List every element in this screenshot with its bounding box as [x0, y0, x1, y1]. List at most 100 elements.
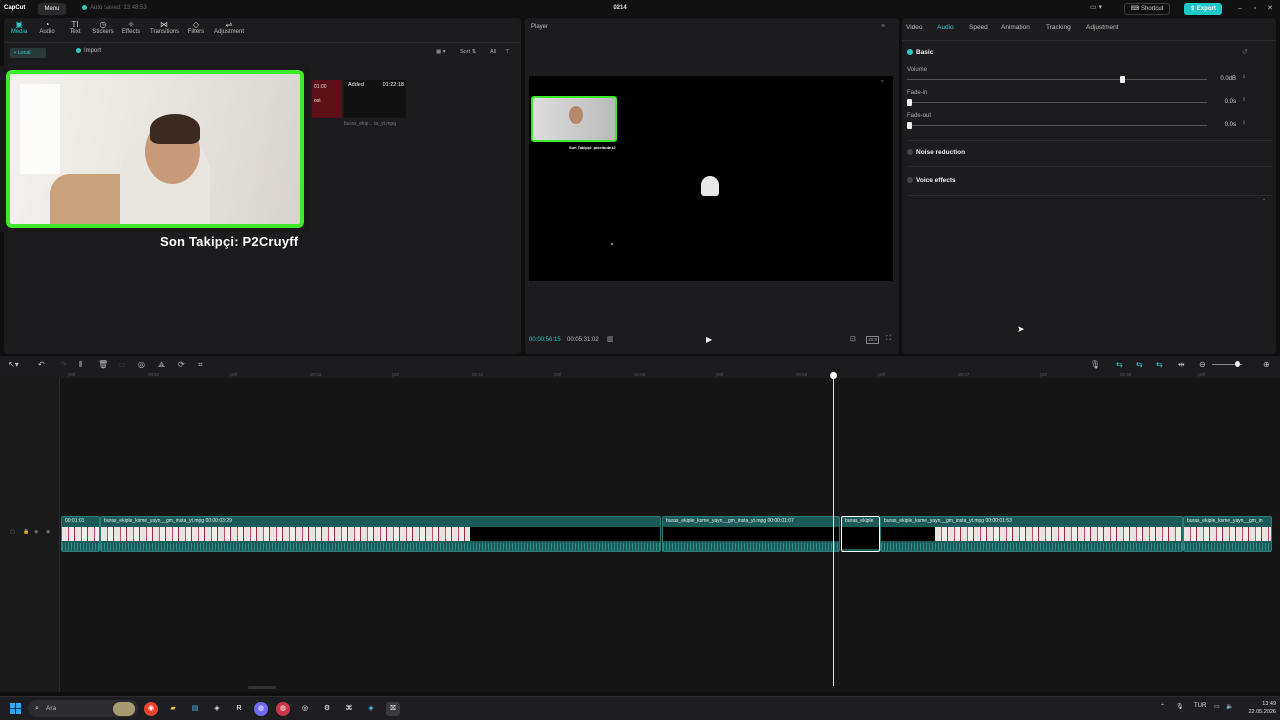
maximize-icon[interactable]: ▫	[1249, 3, 1261, 15]
tab-adjustment-props[interactable]: Adjustment	[1086, 24, 1119, 31]
microphone-icon[interactable]: 🎙	[1090, 360, 1100, 369]
time-ruler[interactable]: |30f 00:52 |30f 00:53 |30f 00:54 |30f 00…	[62, 372, 1280, 382]
zoom-out-icon[interactable]: ⊖	[1199, 360, 1206, 369]
fadeout-stepper[interactable]: ⇕	[1242, 120, 1246, 126]
expand-chevron-icon[interactable]: ⌄	[1262, 196, 1266, 202]
tray-chevron-icon[interactable]: ⌃	[1160, 703, 1165, 710]
fadeout-value[interactable]: 0.0s	[1208, 122, 1236, 128]
minimize-icon[interactable]: –	[1234, 3, 1246, 15]
playhead-handle[interactable]	[830, 372, 837, 379]
tab-effects[interactable]: ✧ Effects	[118, 20, 144, 35]
split-icon[interactable]: ⫴	[79, 360, 82, 370]
fadein-stepper[interactable]: ⇕	[1242, 97, 1246, 103]
basic-section[interactable]: Basic	[907, 49, 933, 56]
preview-axis-icon[interactable]: ⇹	[1178, 360, 1185, 369]
linkage-icon[interactable]: ⇆	[1156, 360, 1163, 369]
close-icon[interactable]: ✕	[1264, 3, 1276, 15]
menu-button[interactable]: Menu	[38, 3, 66, 15]
delete-icon[interactable]: 🗑	[98, 360, 108, 369]
tab-speed[interactable]: Speed	[969, 24, 988, 31]
search-highlight-image[interactable]	[113, 702, 135, 716]
view-toggle[interactable]: ▦ ▾	[436, 47, 446, 57]
language-indicator[interactable]: TUR	[1194, 703, 1206, 709]
auto-snap-icon[interactable]: ⇆	[1136, 360, 1143, 369]
undo-icon[interactable]: ↶	[38, 360, 45, 369]
noise-toggle-icon[interactable]	[907, 149, 913, 155]
timeline-mode-icon[interactable]: ▥	[607, 335, 614, 343]
settings-icon[interactable]: ⚙	[320, 702, 334, 716]
media-thumbnail-2[interactable]: Added 01:22:18	[344, 80, 406, 118]
tray-mic-icon[interactable]: 🎙	[1176, 703, 1184, 710]
play-button[interactable]: ▶	[706, 335, 712, 344]
tab-stickers[interactable]: ◷ Stickers	[90, 20, 116, 35]
fadeout-slider-thumb[interactable]	[907, 122, 912, 129]
tab-media[interactable]: ▣ Media	[6, 20, 32, 35]
crop-icon[interactable]: ⌗	[198, 360, 203, 370]
tab-animation[interactable]: Animation	[1001, 24, 1030, 31]
fadein-slider[interactable]	[907, 102, 1207, 103]
main-track-magnet-icon[interactable]: ⇆	[1116, 360, 1123, 369]
noise-reduction-section[interactable]: Noise reduction	[907, 149, 965, 156]
player-menu-icon[interactable]: ≡	[881, 23, 885, 30]
steam-alt-icon[interactable]: ◈	[364, 702, 378, 716]
capcut-taskbar-icon[interactable]: ⌘	[342, 702, 356, 716]
volume-slider-thumb[interactable]	[1120, 76, 1125, 83]
fadein-slider-thumb[interactable]	[907, 99, 912, 106]
video-clip[interactable]: 00:01:01	[61, 516, 100, 552]
aspect-ratio-button[interactable]: 16:9	[866, 336, 879, 344]
taskbar-clock[interactable]: 13:49 22.05.2026	[1236, 700, 1276, 716]
volume-tray-icon[interactable]: 🔈	[1226, 703, 1233, 710]
filter-icon[interactable]: ⊤	[505, 47, 510, 57]
volume-slider[interactable]	[907, 79, 1207, 80]
zoom-slider-thumb[interactable]	[1235, 361, 1240, 367]
import-button[interactable]: Import	[76, 48, 101, 54]
tab-video[interactable]: Video	[906, 24, 923, 31]
r-app-icon[interactable]: R	[232, 702, 246, 716]
select-tool-icon[interactable]: ↖▾	[8, 360, 19, 369]
tab-transitions[interactable]: ⋈ Transitions	[150, 20, 179, 35]
store-icon[interactable]: ▤	[188, 702, 202, 716]
selected-video-clip[interactable]: buras_ekiple	[841, 516, 880, 552]
app-icon-red[interactable]: ◍	[276, 702, 290, 716]
volume-value[interactable]: 0.0dB	[1208, 76, 1236, 82]
sort-button[interactable]: Sort ⇅	[460, 47, 476, 57]
local-filter[interactable]: • Local	[10, 48, 46, 58]
playhead[interactable]	[833, 376, 834, 686]
capcut-active-icon[interactable]: ⛝	[386, 702, 400, 716]
video-clip[interactable]: buras_ekiple_ksme_yayn__gm_insta_yt.mpg …	[880, 516, 1183, 552]
tab-adjustment[interactable]: ⇌ Adjustment	[212, 20, 246, 35]
basic-toggle-icon[interactable]	[907, 49, 913, 55]
horizontal-scrollbar[interactable]	[248, 686, 276, 689]
layout-icon[interactable]: ▭ ▾	[1090, 3, 1106, 15]
tab-tracking[interactable]: Tracking	[1046, 24, 1071, 31]
tab-filters[interactable]: ◇ Filters	[183, 20, 209, 35]
redo-icon[interactable]: ↷	[60, 360, 67, 369]
track-audio-icon[interactable]: ◉	[46, 529, 50, 535]
speed-icon[interactable]: ◎	[138, 360, 145, 369]
voice-effects-section[interactable]: Voice effects	[907, 177, 956, 184]
discord-icon[interactable]: ◍	[254, 702, 268, 716]
network-icon[interactable]: ▭	[1214, 703, 1220, 710]
voice-toggle-icon[interactable]	[907, 177, 913, 183]
reset-icon[interactable]: ↺	[1242, 48, 1248, 56]
fullscreen-icon[interactable]: ⛶	[886, 335, 891, 343]
snapshot-icon[interactable]: ⊡	[850, 335, 856, 343]
zoom-fit-icon[interactable]: ⊕	[1263, 360, 1270, 369]
video-clip[interactable]: buras_ekiple_ksme_yayn__gm_insta_yt.mpg …	[662, 516, 840, 552]
tab-audio[interactable]: ◔ Audio	[34, 20, 60, 35]
media-thumbnail-1[interactable]: 01:00 ost	[312, 80, 342, 118]
track-lock-icon[interactable]: 🔒	[23, 529, 29, 535]
fadeout-slider[interactable]	[907, 125, 1207, 126]
tab-audio-props[interactable]: Audio	[937, 24, 954, 31]
windows-start-icon[interactable]	[10, 703, 21, 714]
video-clip[interactable]: buras_ekiple_ksme_yayn__gm_in	[1183, 516, 1272, 552]
all-filter[interactable]: All	[490, 47, 496, 57]
video-clip[interactable]: buras_ekiple_ksme_yayn__gm_insta_yt.mpg …	[100, 516, 661, 552]
file-explorer-icon[interactable]: ▰	[166, 702, 180, 716]
track-cover-icon[interactable]: ▢	[10, 529, 15, 535]
tab-text[interactable]: TI Text	[62, 20, 88, 35]
volume-stepper[interactable]: ⇕	[1242, 74, 1246, 80]
shortcut-button[interactable]: ⌨ Shortcut	[1124, 3, 1170, 15]
obs-icon[interactable]: ◎	[298, 702, 312, 716]
mirror-icon[interactable]: ⟁	[158, 360, 165, 370]
